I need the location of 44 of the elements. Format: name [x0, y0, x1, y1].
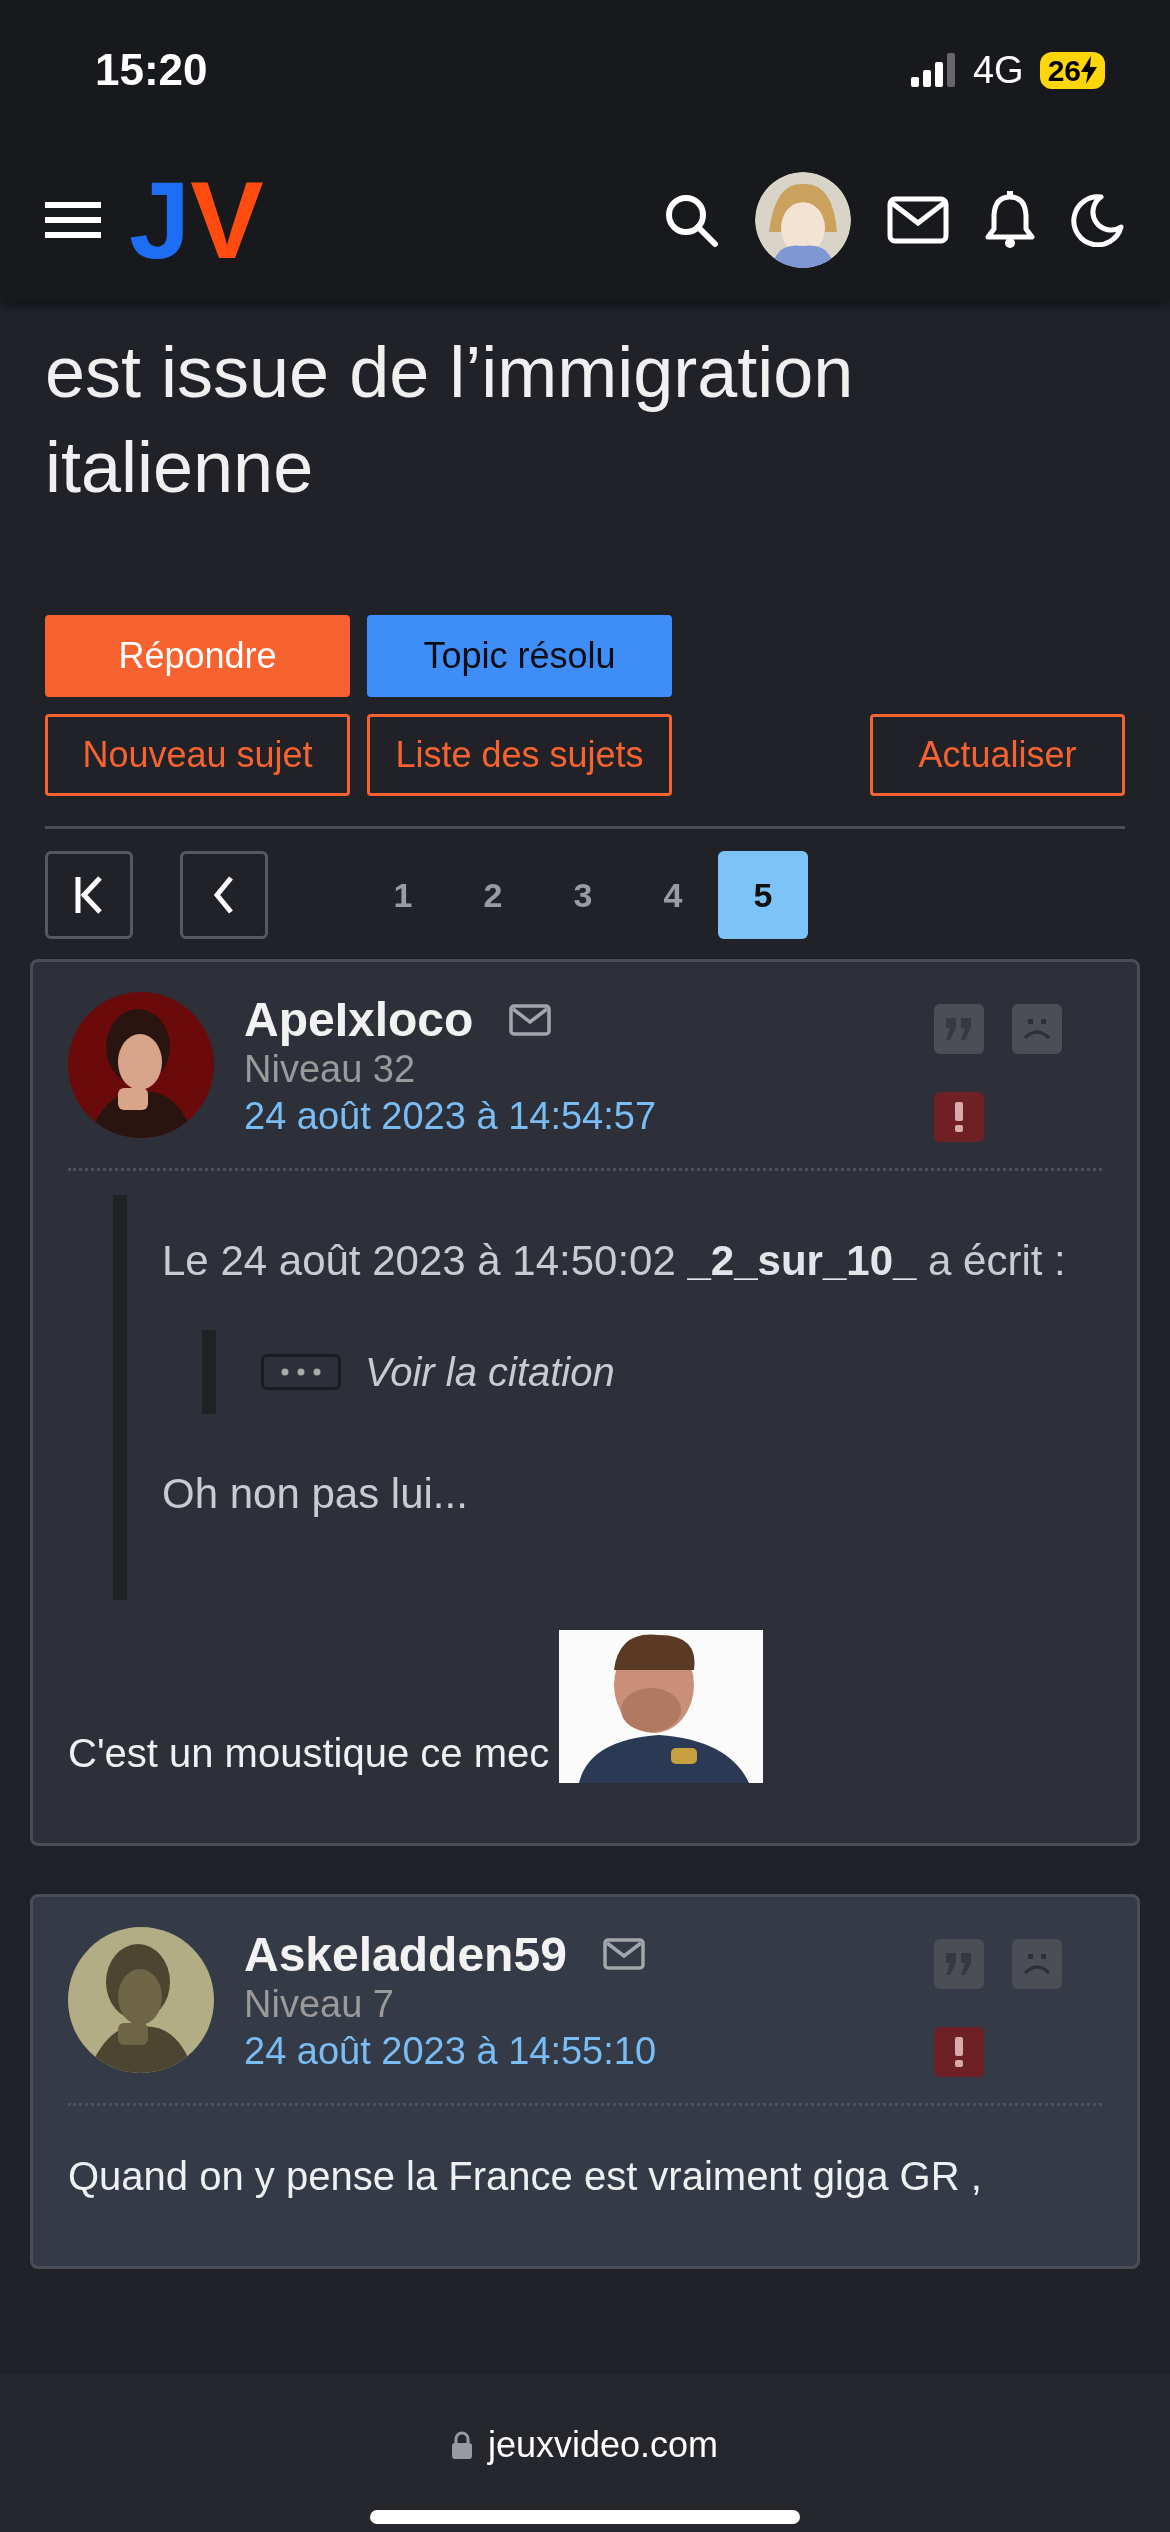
address-text[interactable]: jeuxvideo.com	[487, 2418, 719, 2472]
post-text: Quand on y pense la France est vraiment giga GR ,	[68, 2152, 982, 2200]
page-link[interactable]: 2	[448, 851, 538, 940]
topic-title: est issue de l’immigration italienne	[45, 331, 855, 510]
ellipsis-icon	[281, 1368, 321, 1377]
page-link[interactable]: 3	[538, 851, 628, 940]
page-link[interactable]: 5	[718, 851, 808, 940]
menu-icon[interactable]	[45, 200, 101, 240]
tool-button[interactable]: Nouveau sujet	[45, 714, 350, 797]
battery-indicator: 26	[1039, 51, 1105, 89]
previous-page-button[interactable]	[180, 851, 268, 940]
exclamation-icon	[955, 2036, 963, 2067]
username[interactable]: Askeladden59	[244, 1926, 567, 1983]
moon-icon[interactable]	[1071, 193, 1125, 247]
bell-icon[interactable]	[985, 191, 1035, 249]
chevron-left-icon	[214, 875, 234, 916]
page-link[interactable]: 1	[358, 851, 448, 940]
search-icon[interactable]	[663, 192, 719, 248]
network-label: 4G	[972, 47, 1024, 93]
clock-time: 15:20	[95, 44, 208, 96]
bolt-icon	[1081, 56, 1097, 84]
quote-text: Oh non pas lui...	[162, 1469, 469, 1520]
action-button[interactable]: Topic résolu	[367, 615, 672, 698]
quote-header: Le 24 août 2023 à 14:50:02 _2_sur_10_ a écrit :	[162, 1236, 1067, 1287]
report-button[interactable]	[934, 1092, 984, 1143]
see-quote-link[interactable]: Voir la citation	[365, 1342, 615, 1403]
site-logo[interactable]: JV	[125, 165, 268, 275]
action-button[interactable]: Répondre	[45, 615, 350, 698]
report-button[interactable]	[934, 2026, 984, 2077]
post-date[interactable]: 24 août 2023 à 14:55:10	[244, 2027, 657, 2076]
expand-quote-button[interactable]	[261, 1354, 341, 1391]
exclamation-icon	[955, 1102, 963, 1133]
first-page-button[interactable]	[45, 851, 133, 940]
tool-button[interactable]: Liste des sujets	[367, 714, 672, 797]
post-date[interactable]: 24 août 2023 à 14:54:57	[244, 1092, 657, 1141]
signal-icon	[910, 53, 957, 87]
lock-icon	[451, 2431, 472, 2459]
page-link[interactable]: 4	[628, 851, 718, 940]
user-level: Niveau 32	[244, 1047, 417, 1093]
tool-button[interactable]: Actualiser	[870, 714, 1125, 797]
post-text: C'est un moustique ce mec	[68, 1729, 550, 1777]
first-page-icon	[74, 875, 104, 916]
username[interactable]: ApeIxloco	[244, 992, 474, 1048]
user-level: Niveau 7	[244, 1982, 395, 2028]
